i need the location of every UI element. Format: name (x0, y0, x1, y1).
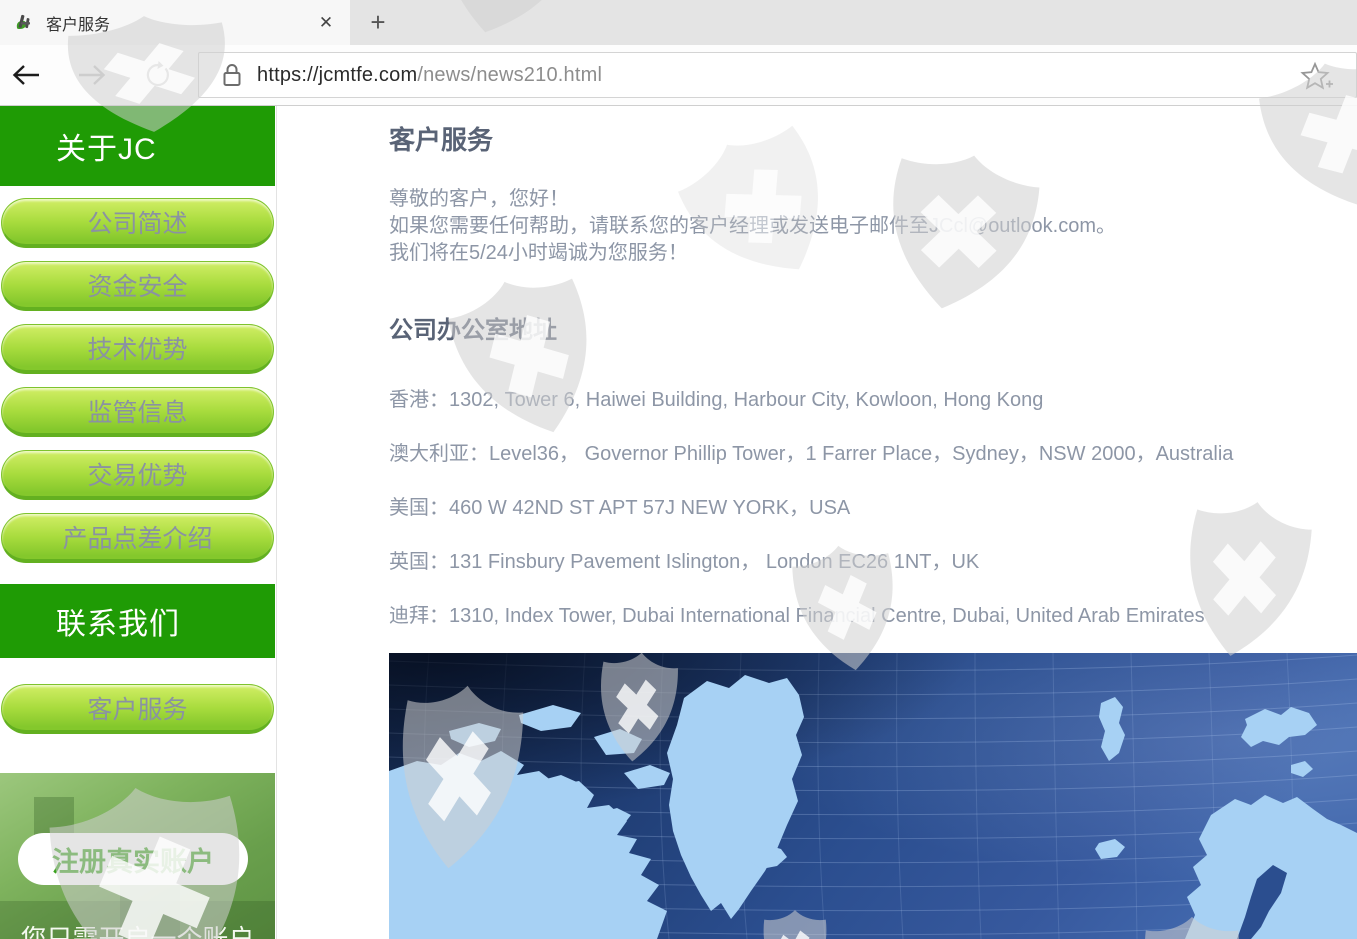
sidebar-item-customer-service[interactable]: 客户服务 (1, 684, 274, 734)
forward-button[interactable] (70, 53, 114, 97)
sidebar-section-contact: 联系我们 (0, 584, 275, 658)
greeting-line-3: 我们将在5/24小时竭诚为您服务！ (389, 240, 688, 267)
url-path: /news/news210.html (417, 64, 602, 86)
address-uk: 英国：131 Finsbury Pavement Islington， Lond… (389, 545, 979, 574)
sidebar: 关于JC 公司简述 资金安全 技术优势 监管信息 交易优势 产品点差介绍 联系我… (0, 106, 277, 939)
sidebar-item-product-spread-intro[interactable]: 产品点差介绍 (1, 513, 274, 563)
url-host: https://jcmtfe.com (257, 64, 417, 86)
sidebar-item-fund-safety[interactable]: 资金安全 (1, 261, 274, 311)
greeting-line-1: 尊敬的客户，您好！ (389, 186, 569, 213)
address-australia: 澳大利亚：Level36， Governor Phillip Tower，1 F… (389, 437, 1233, 466)
url-text: https://jcmtfe.com/news/news210.html (257, 64, 602, 87)
page-title: 客户服务 (389, 120, 493, 157)
tab-close-icon[interactable]: ✕ (312, 9, 340, 37)
sidebar-item-tech-advantage[interactable]: 技术优势 (1, 324, 274, 374)
sidebar-item-company-intro[interactable]: 公司简述 (1, 198, 274, 248)
new-tab-button[interactable]: + (358, 0, 398, 45)
refresh-button[interactable] (136, 53, 180, 97)
address-hongkong: 香港：1302, Tower 6, Haiwei Building, Harbo… (389, 383, 1043, 412)
screenshot-root: 客户服务 ✕ + https://jcmtfe.com (0, 0, 1357, 939)
register-promo-banner: 注册真实账户 您只需开启一个账户 (0, 773, 275, 939)
back-button[interactable] (4, 53, 48, 97)
sidebar-item-trading-advantage[interactable]: 交易优势 (1, 450, 274, 500)
lock-icon (221, 62, 243, 88)
sidebar-item-regulatory-info[interactable]: 监管信息 (1, 387, 274, 437)
address-dubai: 迪拜：1310, Index Tower, Dubai Internationa… (389, 599, 1205, 628)
favorites-star-icon[interactable] (1300, 61, 1334, 93)
browser-navbar: https://jcmtfe.com/news/news210.html (0, 45, 1357, 106)
tab-title: 客户服务 (46, 11, 312, 35)
main-content: 客户服务 尊敬的客户，您好！ 如果您需要任何帮助，请联系您的客户经理或发送电子邮… (389, 106, 1357, 939)
refresh-icon (144, 61, 172, 89)
address-section-title: 公司办公室地址 (389, 310, 557, 345)
address-usa: 美国：460 W 42ND ST APT 57J NEW YORK，USA (389, 491, 850, 520)
world-map-image (389, 653, 1357, 939)
sidebar-section-about: 关于JC (0, 106, 275, 186)
forward-arrow-icon (77, 62, 107, 88)
address-bar[interactable]: https://jcmtfe.com/news/news210.html (198, 52, 1357, 98)
tab-bar: 客户服务 ✕ + (0, 0, 1357, 45)
greeting-line-2: 如果您需要任何帮助，请联系您的客户经理或发送电子邮件至JCcl@outlook.… (389, 213, 1116, 240)
city-building-silhouette (34, 797, 74, 837)
site-favicon (14, 12, 36, 34)
register-real-account-button[interactable]: 注册真实账户 (18, 833, 248, 885)
promo-caption: 您只需开启一个账户 (0, 919, 275, 939)
back-arrow-icon (11, 62, 41, 88)
browser-tab[interactable]: 客户服务 ✕ (0, 0, 350, 45)
